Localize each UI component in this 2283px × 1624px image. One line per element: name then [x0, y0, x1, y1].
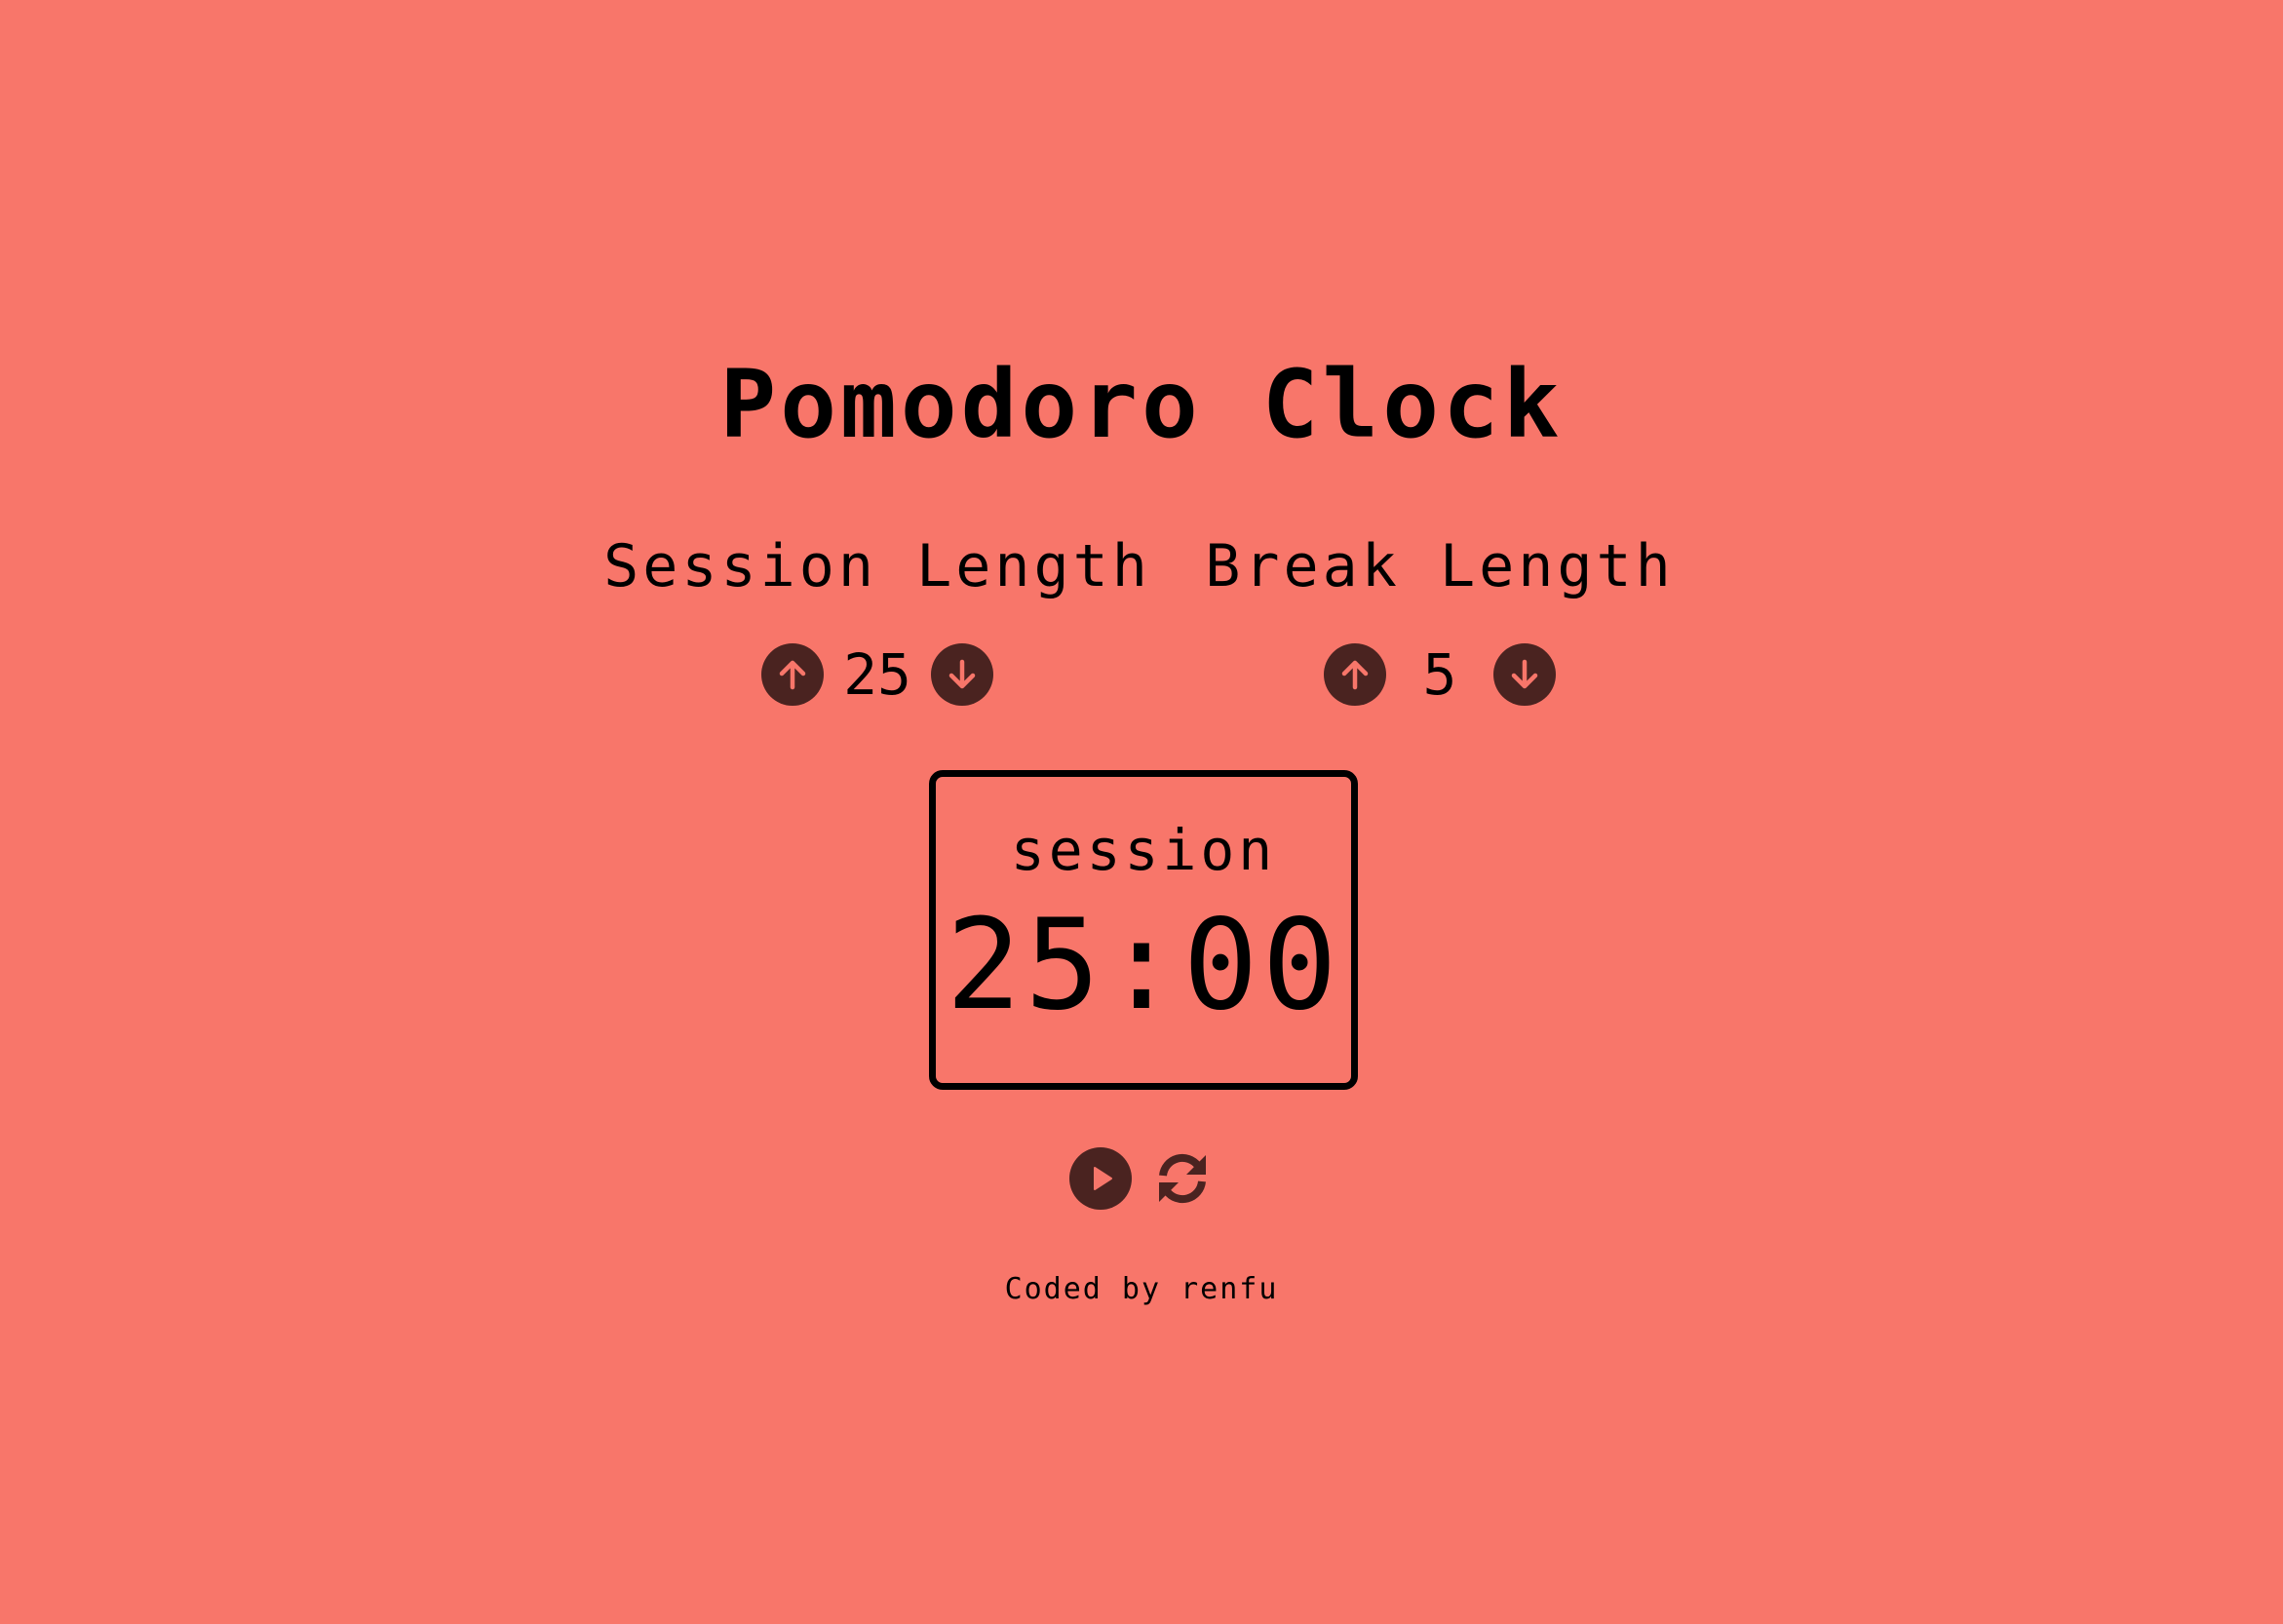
refresh-icon [1159, 1153, 1206, 1204]
arrow-up-icon [779, 660, 806, 690]
timer-display: 25:00 [946, 893, 1341, 1038]
reset-button[interactable] [1151, 1147, 1214, 1210]
break-length-control: Break Length 5 [1147, 531, 1732, 707]
page-title: Pomodoro Clock [719, 350, 1564, 459]
timer-mode-label: session [1010, 817, 1277, 883]
break-increment-button[interactable] [1324, 643, 1386, 706]
session-length-control: Session Length 25 [585, 531, 1170, 707]
play-icon [1094, 1167, 1112, 1190]
session-increment-button[interactable] [761, 643, 824, 706]
break-decrement-button[interactable] [1493, 643, 1556, 706]
session-length-label: Session Length [603, 532, 1151, 600]
playback-controls [0, 1147, 2283, 1210]
session-decrement-button[interactable] [931, 643, 993, 706]
arrow-up-icon [1341, 660, 1369, 690]
arrow-down-icon [948, 659, 976, 689]
play-button[interactable] [1069, 1147, 1132, 1210]
arrow-down-icon [1511, 659, 1538, 689]
pomodoro-page: Pomodoro Clock Session Length 25 Break L… [0, 0, 2283, 1624]
session-length-value: 25 [843, 641, 911, 708]
break-length-label: Break Length [1205, 532, 1675, 600]
session-length-row: 25 [585, 642, 1170, 707]
timer-panel: session 25:00 [929, 770, 1358, 1090]
break-length-value: 5 [1422, 641, 1457, 708]
footer-credit: Coded by renfu [1004, 1272, 1279, 1306]
break-length-row: 5 [1147, 642, 1732, 707]
